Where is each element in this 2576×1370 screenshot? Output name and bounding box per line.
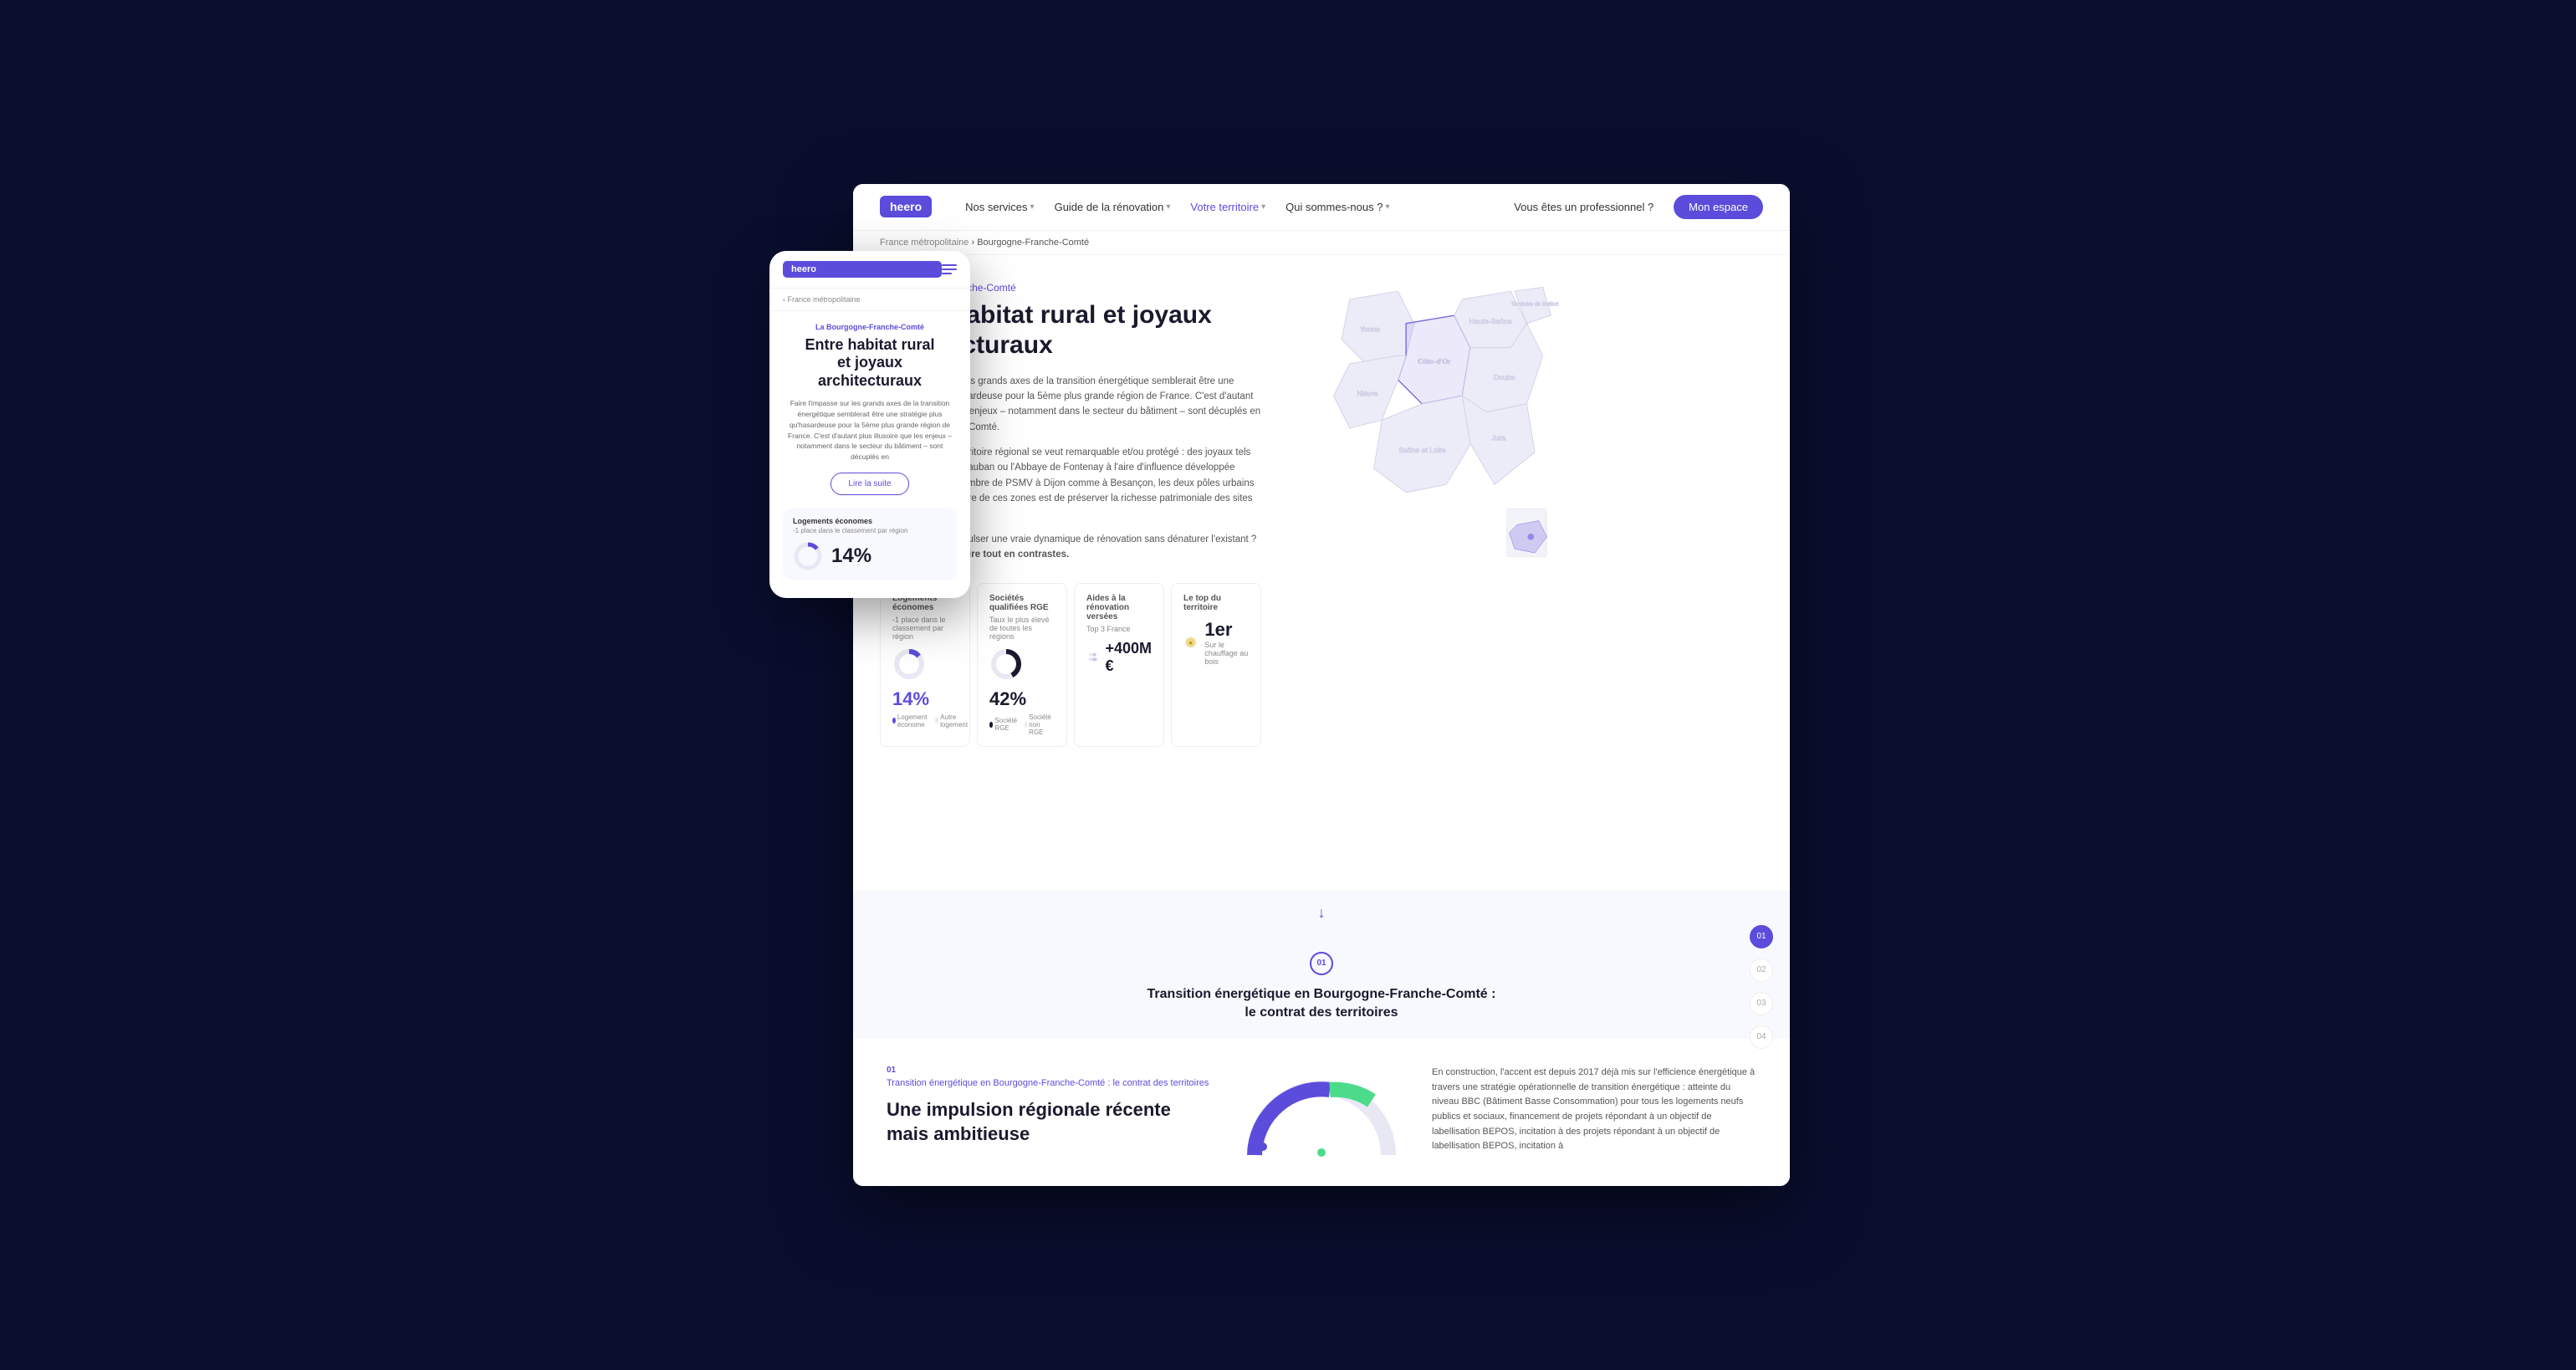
stat-sublabel-2: Taux le plus élevé de toutes les régions [989, 616, 1055, 641]
chevron-down-icon: ▾ [1030, 202, 1035, 212]
mobile-logo: heero [783, 261, 942, 278]
donut-chart-2 [989, 647, 1023, 681]
mobile-region-label: La Bourgogne-Franche-Comté [783, 323, 957, 331]
breadcrumb-current: Bourgogne-Franche-Comté [977, 238, 1089, 248]
mobile-nav: heero [769, 251, 970, 289]
nav-pro-label[interactable]: Vous êtes un professionnel ? [1514, 201, 1653, 213]
sidebar-navigation: 01 02 03 04 [1750, 925, 1773, 1049]
stat-value-1: 14% [892, 688, 958, 710]
donut-chart-1 [892, 647, 926, 681]
stat-sublabel-1: -1 place dans le classement par région [892, 616, 958, 641]
breadcrumb: France métropolitaine › Bourgogne-Franch… [853, 231, 1790, 255]
stat-value-4: 1er [1204, 619, 1249, 641]
mobile-title: Entre habitat ruralet joyauxarchitectura… [783, 336, 957, 391]
stat-card-aides: Aides à la rénovation versées Top 3 Fran… [1074, 583, 1164, 747]
mobile-stat-row: 14% [793, 541, 947, 571]
bottom-section-title: Une impulsion régionale récente mais amb… [887, 1098, 1211, 1146]
nav-logo[interactable]: heero [880, 196, 932, 217]
map-area: Yonne Côte-d'Or Haute-Saône Territoire d… [1288, 255, 1572, 891]
stat-value-2: 42% [989, 688, 1055, 710]
people-icon [1086, 642, 1098, 672]
stat-card-top: Le top du territoire ★ 1er Sur le chauff… [1171, 583, 1261, 747]
hamburger-icon[interactable] [942, 264, 957, 274]
semicircle-chart [1238, 1066, 1405, 1159]
mobile-breadcrumb[interactable]: ‹ France métropolitaine [769, 289, 970, 311]
nav-item-services[interactable]: Nos services ▾ [965, 201, 1034, 213]
nav-item-guide[interactable]: Guide de la rénovation ▾ [1055, 201, 1171, 213]
nav-item-territoire[interactable]: Votre territoire ▾ [1190, 201, 1265, 213]
section-number: 01 [1310, 952, 1333, 975]
mobile-preview: heero ‹ France métropolitaine La Bourgog… [769, 251, 970, 598]
bottom-left: 01 Transition énergétique en Bourgogne-F… [887, 1066, 1211, 1159]
sidebar-num-2[interactable]: 02 [1750, 958, 1773, 982]
stat-label-3: Aides à la rénovation versées [1086, 594, 1152, 621]
stat-sublabel-3: Top 3 France [1086, 625, 1152, 633]
bottom-text: En construction, l'accent est depuis 201… [1432, 1066, 1756, 1154]
svg-text:Côte-d'Or: Côte-d'Or [1418, 356, 1451, 365]
section-title-area: 01 Transition énergétique en Bourgogne-F… [853, 935, 1790, 1040]
stats-row: Logements économes -1 place dans le clas… [880, 583, 1261, 747]
bottom-section-sub: Transition énergétique en Bourgogne-Fran… [887, 1078, 1211, 1088]
svg-text:Yonne: Yonne [1360, 325, 1380, 333]
svg-text:Nièvre: Nièvre [1357, 389, 1377, 397]
mobile-body: Faire l'impasse sur les grands axes de l… [783, 398, 957, 463]
mobile-stat-label: Logements économes [793, 517, 947, 525]
chevron-down-icon: ▾ [1261, 202, 1265, 212]
svg-text:Jura: Jura [1491, 433, 1505, 442]
mobile-content: La Bourgogne-Franche-Comté Entre habitat… [769, 311, 970, 598]
svg-text:Doubs: Doubs [1494, 373, 1515, 381]
semicircle-svg [1246, 1076, 1397, 1159]
page-wrapper: heero ‹ France métropolitaine La Bourgog… [786, 184, 1790, 1187]
bottom-section: 01 Transition énergétique en Bourgogne-F… [853, 1039, 1790, 1186]
stat-card-logements: Logements économes -1 place dans le clas… [880, 583, 970, 747]
mon-espace-button[interactable]: Mon espace [1674, 195, 1763, 219]
desktop-window: heero Nos services ▾ Guide de la rénovat… [853, 184, 1790, 1187]
stat-card-rge: Sociétés qualifiées RGE Taux le plus éle… [977, 583, 1067, 747]
medal-icon: ★ [1183, 629, 1198, 656]
mobile-donut-chart [793, 541, 823, 571]
bottom-right: En construction, l'accent est depuis 201… [1432, 1066, 1756, 1159]
stat-label-2: Sociétés qualifiées RGE [989, 594, 1055, 612]
svg-text:Haute-Saône: Haute-Saône [1469, 316, 1512, 325]
svg-text:★: ★ [1188, 642, 1193, 647]
breadcrumb-parent[interactable]: France métropolitaine [880, 238, 969, 248]
arrow-down-icon: ↓ [1318, 904, 1326, 921]
stat-value-3: +400M € [1105, 640, 1152, 675]
chevron-down-icon: ▾ [1385, 202, 1389, 212]
arrow-section: ↓ [853, 891, 1790, 935]
mobile-stat-sub: -1 place dans le classement par région [793, 527, 947, 534]
stat-legend-2: Société RGE Société non RGE [989, 713, 1055, 736]
stat-legend-1: Logement économe Autre logement [892, 713, 958, 728]
stat-sublabel-4: Sur le chauffage au bois [1204, 641, 1249, 666]
content-area: La Bourgogne-Franche-Comté Entre habitat… [853, 255, 1790, 891]
svg-text:Territoire de Belfort: Territoire de Belfort [1511, 301, 1559, 307]
bottom-section-num: 01 [887, 1066, 1211, 1075]
sidebar-num-3[interactable]: 03 [1750, 992, 1773, 1015]
mobile-stat-value: 14% [831, 544, 871, 568]
sidebar-num-1[interactable]: 01 [1750, 925, 1773, 948]
region-map: Yonne Côte-d'Or Haute-Saône Territoire d… [1301, 275, 1559, 581]
nav-item-about[interactable]: Qui sommes-nous ? ▾ [1285, 201, 1389, 213]
chevron-down-icon: ▾ [1166, 202, 1170, 212]
section-title: Transition énergétique en Bourgogne-Fran… [1147, 985, 1496, 1023]
main-nav: heero Nos services ▾ Guide de la rénovat… [853, 184, 1790, 231]
sidebar-num-4[interactable]: 04 [1750, 1025, 1773, 1049]
mobile-stat-card: Logements économes -1 place dans le clas… [783, 509, 957, 580]
read-more-button[interactable]: Lire la suite [831, 473, 908, 495]
svg-text:Saône et Loire: Saône et Loire [1398, 445, 1445, 453]
stat-label-4: Le top du territoire [1183, 594, 1249, 612]
